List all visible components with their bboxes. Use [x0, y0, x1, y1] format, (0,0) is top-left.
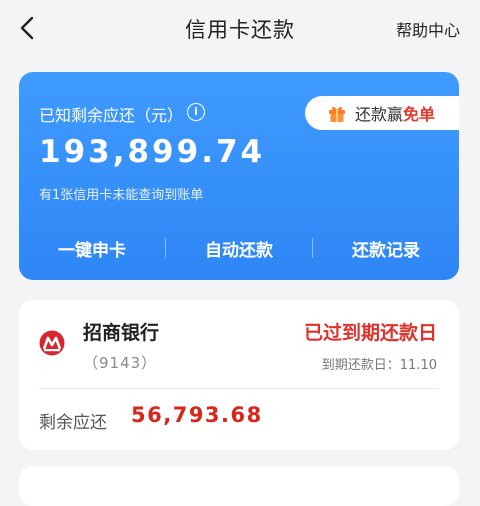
- credit-card-item[interactable]: 招商银行 （9143） 已过到期还款日 到期还款日：11.10 剩余应还 56,…: [19, 300, 459, 450]
- apply-card-button[interactable]: 一键申卡: [19, 236, 165, 261]
- remaining-label: 剩余应还: [39, 413, 107, 433]
- top-nav-bar: 信用卡还款 帮助中心: [0, 0, 480, 56]
- promo-emphasis: 免单: [403, 105, 436, 124]
- promo-badge[interactable]: 还款赢 免单: [305, 96, 459, 130]
- unqueried-card-note[interactable]: 有1张信用卡未能查询到账单: [39, 184, 203, 203]
- remaining-due-label: 已知剩余应还（元）: [39, 106, 184, 125]
- summary-actions: 一键申卡 自动还款 还款记录: [19, 216, 459, 280]
- next-card-item-partial[interactable]: [19, 466, 459, 506]
- total-remaining-amount: 193,899.74: [39, 134, 266, 170]
- bank-name: 招商银行: [83, 322, 160, 344]
- info-icon[interactable]: i: [187, 103, 205, 121]
- gift-icon: [329, 106, 345, 122]
- promo-text: 还款赢: [355, 105, 404, 124]
- remaining-amount: 56,793.68: [131, 403, 263, 427]
- cmb-logo-icon: [39, 330, 65, 356]
- auto-repay-button[interactable]: 自动还款: [166, 236, 312, 261]
- overdue-status: 已过到期还款日: [303, 322, 437, 344]
- due-date: 到期还款日：11.10: [321, 358, 437, 373]
- repay-records-button[interactable]: 还款记录: [313, 236, 459, 261]
- card-divider: [39, 388, 439, 389]
- card-number-tail: （9143）: [83, 354, 158, 372]
- repayment-summary-card: 已知剩余应还（元） i 还款赢 免单 193,899.74 有1张信用卡未能查询…: [19, 72, 459, 280]
- help-center-link[interactable]: 帮助中心: [396, 17, 460, 41]
